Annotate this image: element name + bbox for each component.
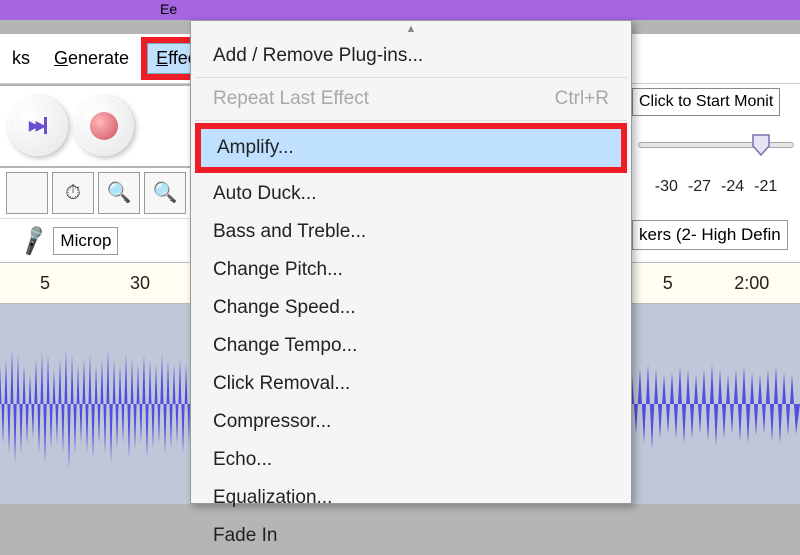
ruler-tick: 2:00: [734, 273, 769, 294]
scale-tick: -21: [754, 178, 777, 196]
scale-tick: -30: [655, 178, 678, 196]
tool-timer[interactable]: ⏱: [52, 172, 94, 214]
menu-item-change-tempo[interactable]: Change Tempo...: [191, 327, 631, 365]
menu-item-fade-in[interactable]: Fade In: [191, 517, 631, 555]
scale-tick: -24: [721, 178, 744, 196]
start-monitoring-button[interactable]: Click to Start Monit: [632, 88, 780, 116]
timeline-ruler-right[interactable]: 5 2:00: [632, 262, 800, 304]
waveform-svg: [632, 304, 800, 504]
menu-separator: [195, 77, 627, 78]
record-button[interactable]: [74, 96, 134, 156]
tools-row: ⏱ 🔍+ 🔍−: [0, 168, 190, 218]
menu-shortcut: Ctrl+R: [555, 88, 609, 110]
scale-tick: -27: [688, 178, 711, 196]
speaker-device-select[interactable]: kers (2- High Defin: [632, 220, 788, 250]
menu-separator: [195, 120, 627, 121]
menu-item-change-speed[interactable]: Change Speed...: [191, 289, 631, 327]
titlebar: [0, 0, 800, 20]
zoom-in-button[interactable]: 🔍+: [98, 172, 140, 214]
menu-scroll-up-icon[interactable]: ▲: [191, 21, 631, 37]
menu-item-amplify[interactable]: Amplify...: [201, 129, 621, 167]
menu-item-add-remove-plug-ins[interactable]: Add / Remove Plug-ins...: [191, 37, 631, 75]
menu-item-compressor[interactable]: Compressor...: [191, 403, 631, 441]
menu-tracks[interactable]: ks: [4, 44, 38, 73]
window-title: Ee: [160, 1, 177, 17]
volume-slider[interactable]: [638, 142, 794, 148]
menu-item-bass-and-treble[interactable]: Bass and Treble...: [191, 213, 631, 251]
waveform-track[interactable]: [632, 304, 800, 504]
menu-item-auto-duck[interactable]: Auto Duck...: [191, 175, 631, 213]
transport-toolbar: [0, 86, 190, 166]
menu-item-echo[interactable]: Echo...: [191, 441, 631, 479]
menu-item-equalization[interactable]: Equalization...: [191, 479, 631, 517]
mic-row: 🎤 Microp: [0, 218, 190, 262]
zoom-out-icon: 🔍−: [153, 180, 178, 207]
waveform-svg: [0, 304, 190, 504]
slider-thumb-icon[interactable]: [752, 134, 770, 156]
menu-generate[interactable]: Generate: [46, 44, 137, 73]
zoom-out-button[interactable]: 🔍−: [144, 172, 186, 214]
timeline-ruler-left[interactable]: 5 30: [0, 262, 190, 304]
tool-empty[interactable]: [6, 172, 48, 214]
waveform-track[interactable]: [0, 304, 190, 504]
ruler-tick: 5: [663, 273, 673, 294]
skip-end-button[interactable]: [8, 96, 68, 156]
stopwatch-icon: ⏱: [65, 182, 81, 205]
meter-scale: -30 -27 -24 -21: [632, 178, 800, 196]
highlight-box-amplify: Amplify...: [195, 123, 627, 173]
menu-item-click-removal[interactable]: Click Removal...: [191, 365, 631, 403]
zoom-in-icon: 🔍+: [107, 180, 132, 207]
right-panel: Click to Start Monit -30 -27 -24 -21 ker…: [632, 84, 800, 262]
menu-item-repeat-last-effect: Repeat Last EffectCtrl+R: [191, 80, 631, 118]
mic-device-select[interactable]: Microp: [53, 227, 118, 255]
microphone-icon: 🎤: [16, 223, 52, 258]
menu-item-change-pitch[interactable]: Change Pitch...: [191, 251, 631, 289]
ruler-tick: 5: [40, 273, 50, 294]
skip-end-icon: [29, 117, 48, 135]
record-icon: [90, 112, 118, 140]
ruler-tick: 30: [130, 273, 150, 294]
effect-dropdown-menu: ▲ Add / Remove Plug-ins... Repeat Last Ef…: [190, 20, 632, 504]
